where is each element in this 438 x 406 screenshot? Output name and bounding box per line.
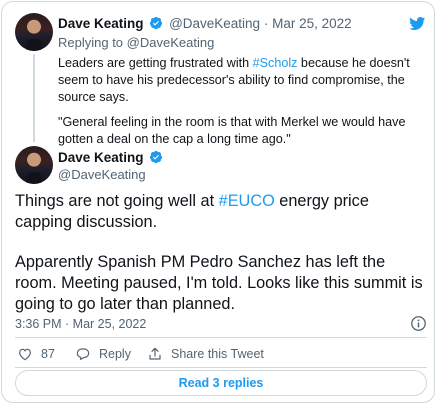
- author-avatar[interactable]: [15, 146, 53, 184]
- share-button[interactable]: Share this Tweet: [147, 346, 264, 362]
- divider: [15, 367, 427, 368]
- tweet-paragraph-2: Apparently Spanish PM Pedro Sanchez has …: [15, 253, 423, 313]
- replying-to: Replying to @DaveKeating: [58, 35, 214, 50]
- verified-badge-icon: [150, 16, 163, 30]
- read-replies-button[interactable]: Read 3 replies: [15, 370, 427, 396]
- verified-badge-icon: [150, 150, 163, 164]
- hashtag-euco-link[interactable]: #EUCO: [219, 192, 275, 210]
- tweet-text: Things are not going well at #EUCO energ…: [15, 191, 430, 334]
- tweet-timestamp[interactable]: 3:36 PM · Mar 25, 2022: [15, 317, 146, 331]
- parent-text-1-before: Leaders are getting frustrated with: [58, 56, 253, 70]
- author-name[interactable]: Dave Keating: [58, 150, 144, 165]
- parent-tweet[interactable]: Dave Keating @DaveKeating · Mar 25, 2022…: [2, 2, 434, 146]
- share-icon: [149, 347, 161, 360]
- parent-tweet-text: Leaders are getting frustrated with #Sch…: [58, 55, 430, 156]
- reply-icon: [76, 348, 90, 360]
- like-count: 87: [41, 347, 55, 361]
- replying-prefix: Replying to: [58, 35, 124, 50]
- separator-dot: ·: [263, 16, 269, 31]
- author-name-row: Dave Keating: [58, 150, 165, 165]
- reply-label: Reply: [99, 347, 131, 361]
- twitter-bird-icon[interactable]: [407, 15, 427, 32]
- parent-author-name[interactable]: Dave Keating: [58, 16, 144, 31]
- share-label: Share this Tweet: [171, 347, 264, 361]
- replying-to-handle[interactable]: @DaveKeating: [127, 35, 215, 50]
- info-icon[interactable]: [410, 315, 427, 332]
- parent-paragraph-2: "General feeling in the room is that wit…: [58, 115, 406, 146]
- parent-author-handle[interactable]: @DaveKeating: [169, 16, 260, 31]
- divider: [15, 337, 427, 338]
- parent-paragraph-1: Leaders are getting frustrated with #Sch…: [58, 55, 430, 106]
- like-button[interactable]: 87: [17, 346, 55, 362]
- author-handle[interactable]: @DaveKeating: [58, 167, 146, 182]
- reply-button[interactable]: Reply: [75, 346, 131, 362]
- thread-line: [33, 54, 35, 142]
- embedded-tweet-card: Dave Keating @DaveKeating · Mar 25, 2022…: [1, 1, 435, 403]
- hashtag-scholz-link[interactable]: #Scholz: [253, 56, 298, 70]
- heart-icon: [19, 348, 31, 361]
- tweet-text-1-before: Things are not going well at: [15, 192, 219, 210]
- parent-header: Dave Keating @DaveKeating · Mar 25, 2022: [58, 16, 352, 31]
- parent-date[interactable]: Mar 25, 2022: [272, 16, 352, 31]
- tweet-paragraph-1: Things are not going well at #EUCO energ…: [15, 191, 430, 233]
- parent-avatar[interactable]: [15, 13, 53, 51]
